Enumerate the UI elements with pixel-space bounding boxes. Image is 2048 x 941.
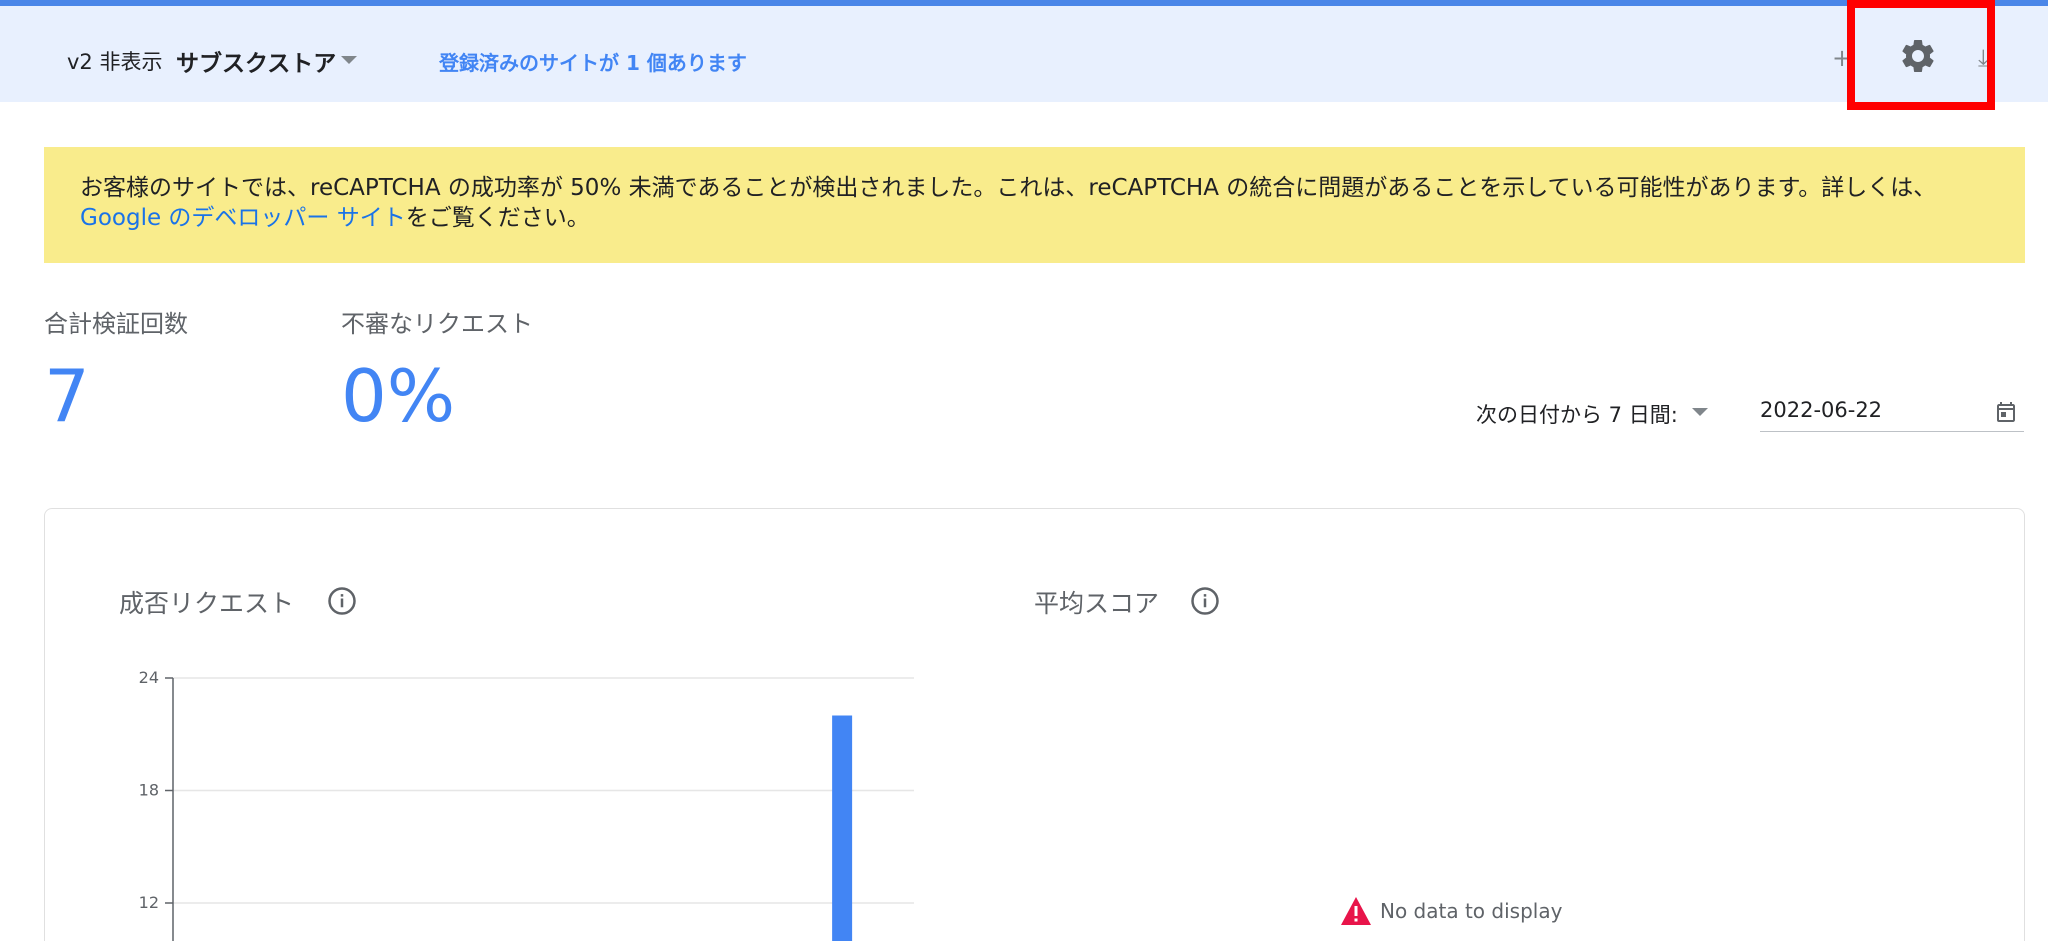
developer-site-link[interactable]: Google のデベロッパー サイト — [80, 205, 406, 231]
no-data-message: No data to display — [1340, 894, 1562, 928]
info-icon[interactable] — [1190, 586, 1220, 616]
calendar-icon[interactable] — [1994, 400, 2018, 424]
success-requests-title: 成否リクエスト — [119, 589, 295, 618]
site-selector[interactable]: サブスクストア — [176, 44, 336, 78]
site-header: v2 非表示 サブスクストア 登録済みのサイトが 1 個あります + ⤓ — [0, 6, 2048, 102]
suspicious-requests-value: 0% — [341, 354, 456, 438]
date-range-dropdown-icon[interactable] — [1692, 408, 1708, 416]
alert-text-suffix: をご覧ください。 — [405, 205, 590, 231]
warning-icon — [1341, 897, 1371, 925]
chart-tick-label: 12 — [139, 893, 159, 912]
chart-bar[interactable] — [832, 715, 853, 941]
alert-text: お客様のサイトでは、reCAPTCHA の成功率が 50% 未満であることが検出… — [80, 175, 1937, 201]
site-selector-dropdown-icon[interactable] — [341, 56, 357, 64]
average-score-title: 平均スコア — [1034, 589, 1160, 618]
total-verifications-label: 合計検証回数 — [44, 310, 188, 338]
date-range-selector[interactable]: 次の日付から 7 日間: — [1476, 399, 1678, 429]
site-version-label: v2 非表示 — [67, 50, 163, 74]
registered-sites-link[interactable]: 登録済みのサイトが 1 個あります — [439, 47, 747, 76]
highlight-box — [1847, 0, 1995, 110]
info-icon[interactable] — [327, 586, 357, 616]
success-requests-chart: 24 18 12 — [139, 668, 914, 941]
success-rate-alert: お客様のサイトでは、reCAPTCHA の成功率が 50% 未満であることが検出… — [44, 147, 2025, 263]
start-date-value[interactable]: 2022-06-22 — [1760, 398, 1882, 422]
start-date-field[interactable]: 2022-06-22 — [1760, 392, 2024, 432]
total-verifications-value: 7 — [44, 354, 90, 438]
suspicious-requests-label: 不審なリクエスト — [341, 310, 533, 338]
chart-tick-label: 24 — [139, 668, 159, 687]
no-data-text: No data to display — [1380, 899, 1563, 923]
chart-tick-label: 18 — [139, 781, 159, 800]
